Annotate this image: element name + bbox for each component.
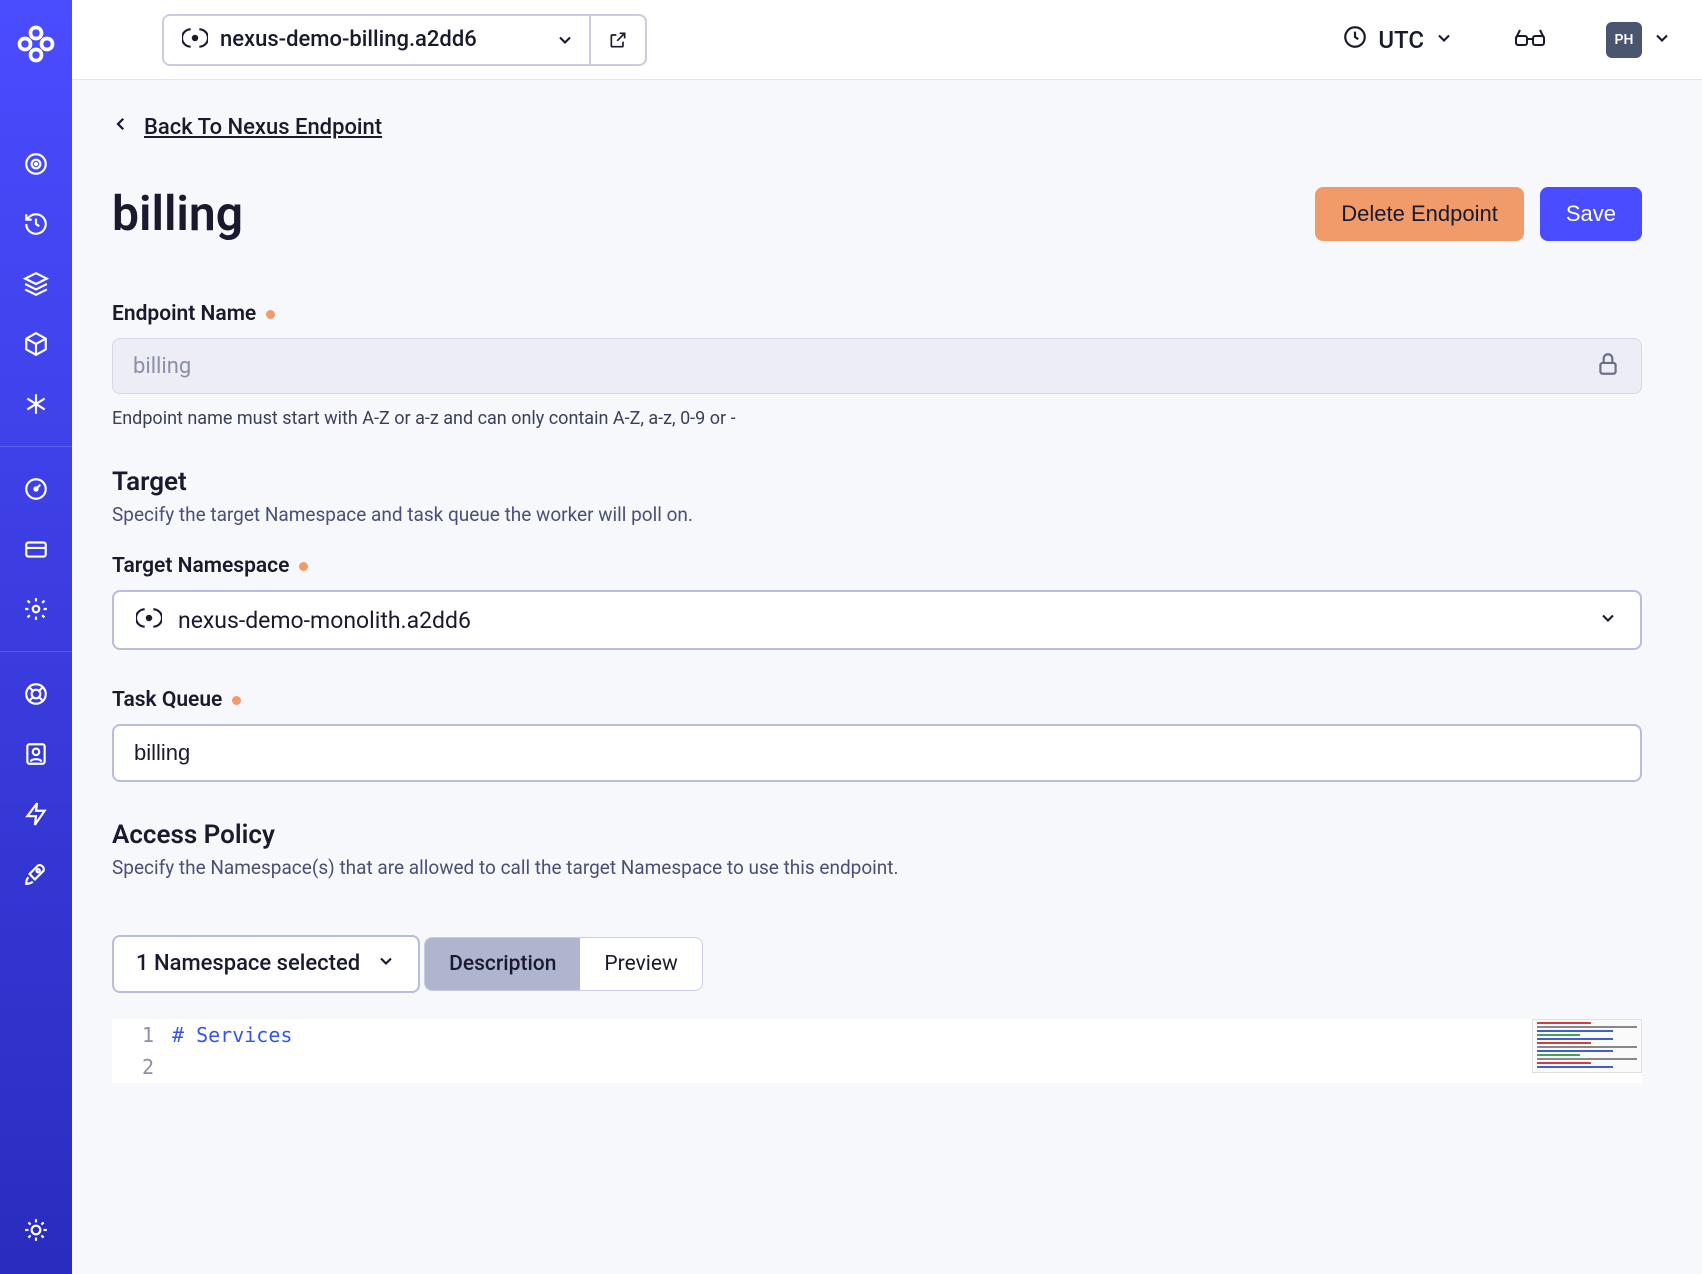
- code-gutter: 1 2: [112, 1019, 172, 1083]
- endpoint-name-label: Endpoint Name: [112, 302, 1642, 326]
- access-policy-desc: Specify the Namespace(s) that are allowe…: [112, 856, 1642, 879]
- target-namespace-select[interactable]: nexus-demo-monolith.a2dd6: [112, 590, 1642, 650]
- nav-radar-icon[interactable]: [22, 150, 50, 178]
- namespace-count-text: 1 Namespace selected: [136, 951, 360, 976]
- tab-preview[interactable]: Preview: [580, 938, 701, 990]
- nav-contact-icon[interactable]: [22, 740, 50, 768]
- description-tabs: Description Preview: [424, 937, 703, 991]
- back-link[interactable]: Back To Nexus Endpoint: [112, 110, 1642, 145]
- clock-icon: [1342, 24, 1368, 56]
- page-title: billing: [112, 185, 1315, 242]
- lock-icon: [1595, 351, 1621, 381]
- user-menu[interactable]: PH: [1606, 22, 1672, 58]
- required-dot-icon: [266, 310, 275, 319]
- nav-rocket-icon[interactable]: [22, 860, 50, 888]
- chevron-down-icon: [376, 951, 396, 977]
- nav-bolt-icon[interactable]: [22, 800, 50, 828]
- sidebar-divider: [0, 651, 72, 652]
- nav-history-icon[interactable]: [22, 210, 50, 238]
- tab-description[interactable]: Description: [425, 938, 580, 990]
- delete-endpoint-button[interactable]: Delete Endpoint: [1315, 187, 1524, 241]
- namespace-count-select[interactable]: 1 Namespace selected: [112, 935, 420, 993]
- back-link-text: Back To Nexus Endpoint: [144, 115, 382, 140]
- chevron-left-icon: [112, 110, 130, 145]
- logo-icon[interactable]: [14, 22, 58, 70]
- namespace-chevron[interactable]: [495, 30, 589, 50]
- nav-cube-icon[interactable]: [22, 330, 50, 358]
- chevron-down-icon: [1652, 28, 1672, 52]
- namespace-text: nexus-demo-billing.a2dd6: [220, 27, 477, 52]
- code-lines: # Services: [172, 1019, 1512, 1083]
- task-queue-label: Task Queue: [112, 688, 1642, 712]
- save-button[interactable]: Save: [1540, 187, 1642, 241]
- content: Back To Nexus Endpoint billing Delete En…: [72, 80, 1702, 1274]
- nav-asterisk-icon[interactable]: [22, 390, 50, 418]
- topbar: nexus-demo-billing.a2dd6 UTC: [72, 0, 1702, 80]
- nav-card-icon[interactable]: [22, 535, 50, 563]
- glasses-icon[interactable]: [1514, 26, 1546, 54]
- access-policy-title: Access Policy: [112, 820, 1642, 850]
- endpoint-name-value: billing: [133, 354, 1595, 379]
- timezone-text: UTC: [1378, 26, 1424, 54]
- nav-brightness-icon[interactable]: [22, 1216, 50, 1244]
- chevron-down-icon: [1434, 26, 1454, 54]
- external-link-button[interactable]: [589, 16, 645, 64]
- endpoint-name-input: billing: [112, 338, 1642, 394]
- endpoint-name-hint: Endpoint name must start with A-Z or a-z…: [112, 408, 1642, 429]
- required-dot-icon: [232, 696, 241, 705]
- namespace-icon: [182, 25, 208, 55]
- task-queue-input[interactable]: [134, 740, 1620, 766]
- nav-lifebuoy-icon[interactable]: [22, 680, 50, 708]
- target-title: Target: [112, 467, 1642, 497]
- target-namespace-label: Target Namespace: [112, 554, 1642, 578]
- timezone-selector[interactable]: UTC: [1342, 24, 1454, 56]
- avatar: PH: [1606, 22, 1642, 58]
- nav-layers-icon[interactable]: [22, 270, 50, 298]
- code-editor[interactable]: 1 2 # Services: [112, 1019, 1642, 1083]
- namespace-icon: [136, 605, 162, 635]
- namespace-selector[interactable]: nexus-demo-billing.a2dd6: [162, 14, 647, 66]
- target-namespace-value: nexus-demo-monolith.a2dd6: [178, 607, 1582, 634]
- code-minimap[interactable]: [1532, 1019, 1642, 1073]
- chevron-down-icon: [1598, 608, 1618, 632]
- required-dot-icon: [299, 562, 308, 571]
- sidebar: [0, 0, 72, 1274]
- task-queue-input-wrapper: [112, 724, 1642, 782]
- target-desc: Specify the target Namespace and task qu…: [112, 503, 1642, 526]
- nav-gear-icon[interactable]: [22, 595, 50, 623]
- sidebar-divider: [0, 446, 72, 447]
- nav-gauge-icon[interactable]: [22, 475, 50, 503]
